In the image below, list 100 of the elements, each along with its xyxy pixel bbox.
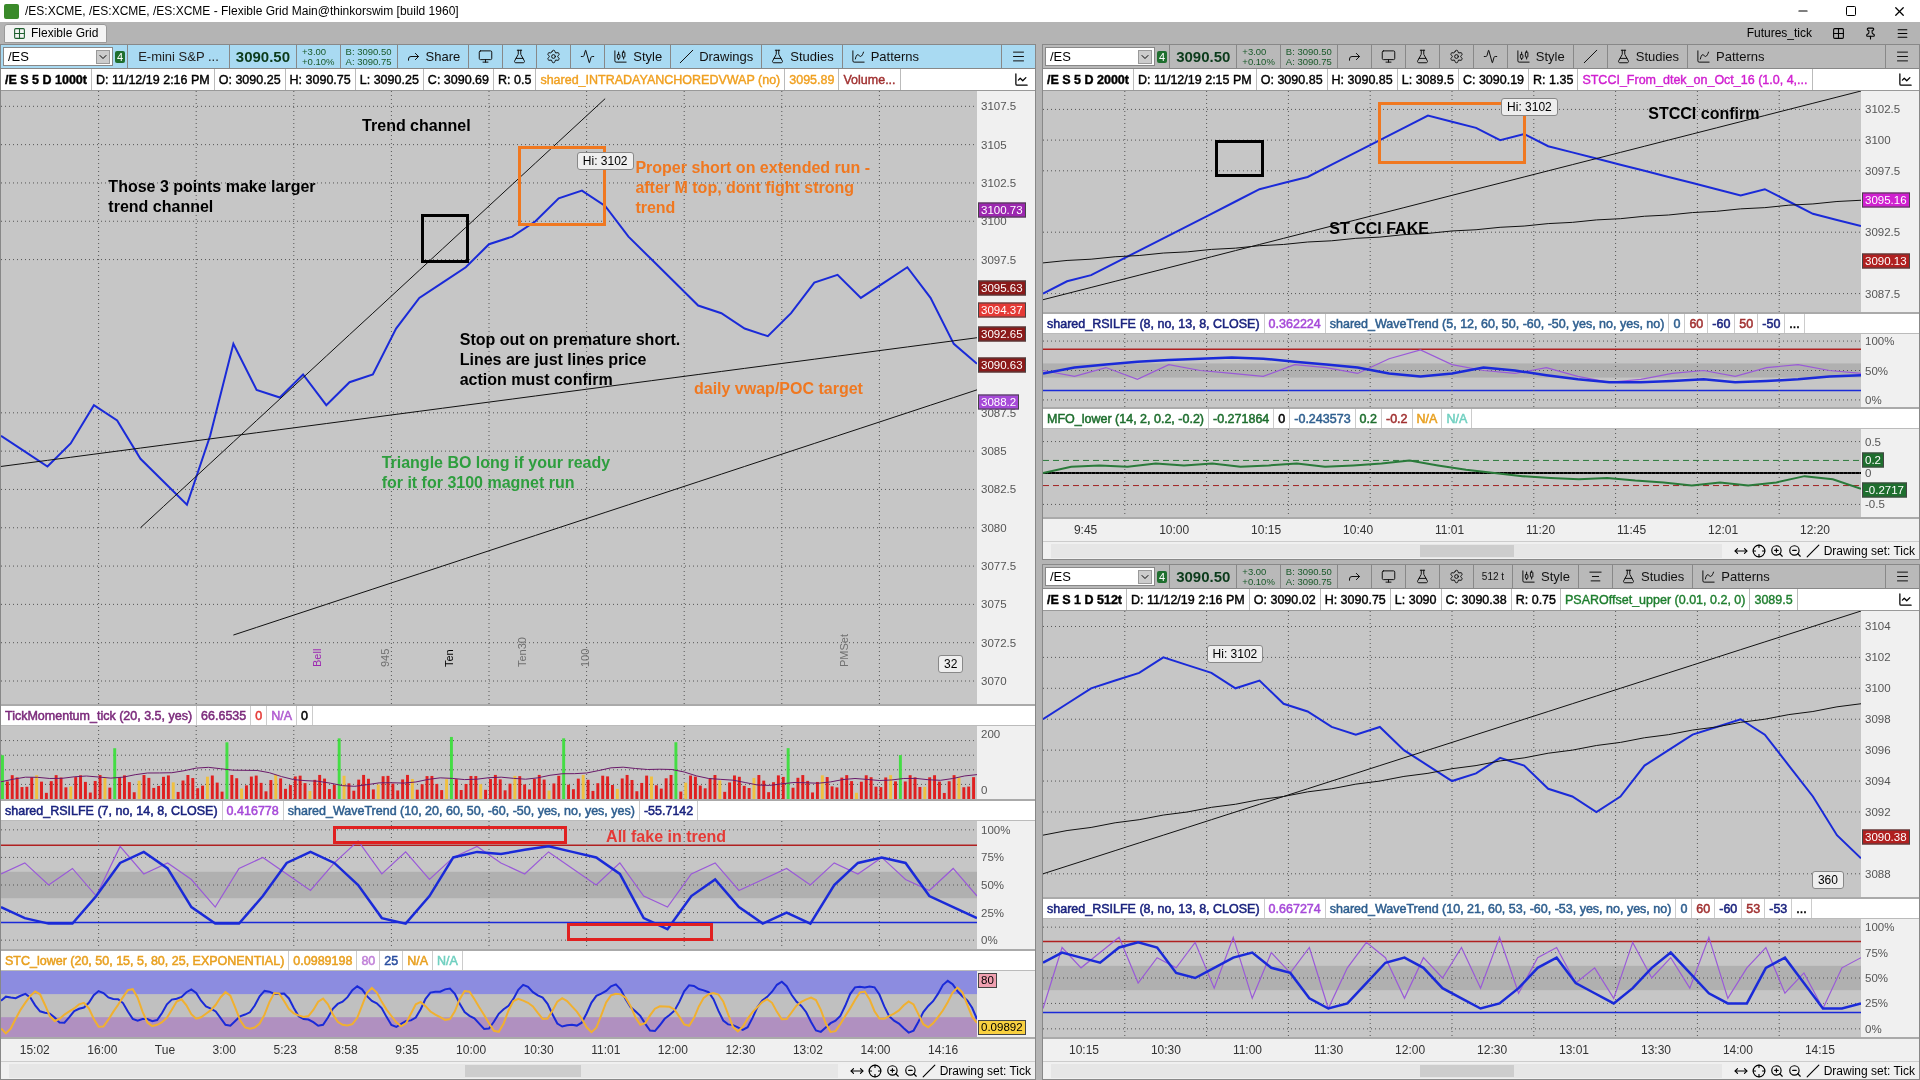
axis-label: 75% <box>1864 946 1889 960</box>
horizontal-scrollbar[interactable] <box>1051 543 1722 558</box>
toolbar-button[interactable]: Drawings <box>670 45 762 68</box>
net-change: +3.00 +0.10% <box>1236 45 1280 68</box>
crosshair-icon[interactable] <box>1751 543 1766 558</box>
study-value: -0.2 <box>1382 409 1413 428</box>
dropdown-caret-icon[interactable] <box>1138 49 1152 64</box>
crosshair-icon[interactable] <box>1751 1063 1766 1078</box>
time-marker-label: PMSet <box>838 633 851 667</box>
axis-label: 3092.5 <box>1864 225 1901 239</box>
chart-annotation: Stop out on premature short. Lines are just lines price action must confirm <box>459 330 682 391</box>
chart-info-cell: D: 11/12/19 2:15 PM <box>1134 69 1257 90</box>
pen-line-icon[interactable] <box>921 1063 936 1078</box>
instrument-name: E-mini S&P ... <box>127 45 229 68</box>
link-badge[interactable]: 4 <box>1157 570 1168 583</box>
grid-name-label[interactable]: Futures_tick <box>1738 26 1820 40</box>
candlestick-icon <box>1515 49 1531 64</box>
drawing-set-label[interactable]: Drawing set: Tick <box>939 1063 1031 1078</box>
link-badge[interactable]: 4 <box>115 50 126 63</box>
toolbar-button[interactable]: 512 t <box>1472 565 1513 588</box>
study-value: 0 <box>251 706 268 725</box>
time-axis-label: 13:01 <box>1559 1043 1590 1057</box>
symbol-field[interactable]: /ES <box>1045 47 1155 66</box>
time-axis-label: 14:00 <box>860 1043 891 1057</box>
zoom-in-icon[interactable] <box>1769 543 1784 558</box>
study-value: MFO_lower (14, 2, 0.2, -0.2) <box>1043 409 1209 428</box>
study-value: 80 <box>357 951 381 970</box>
study-value: -55.7142 <box>639 801 699 820</box>
axis-label: 25% <box>1864 996 1889 1010</box>
study-value: shared_WaveTrend (5, 12, 60, 50, -60, -50, yes, no, yes, no) <box>1325 314 1670 333</box>
app-icon <box>4 3 19 19</box>
horizontal-scrollbar[interactable] <box>9 1063 838 1078</box>
chart-info-cell: L: 3090.25 <box>355 69 424 90</box>
link-badge[interactable]: 4 <box>1157 50 1168 63</box>
toolbar-button[interactable]: Style <box>604 45 671 68</box>
zoom-out-icon[interactable] <box>903 1063 918 1078</box>
axis-label: 3100 <box>1864 681 1891 695</box>
chart-info-cell: D: 11/12/19 2:16 PM <box>1127 589 1250 610</box>
toolbar-button[interactable]: Studies <box>1606 45 1688 68</box>
pen-line-icon[interactable] <box>1805 1063 1820 1078</box>
time-axis-label: 12:00 <box>1395 1043 1426 1057</box>
time-axis-label: 12:00 <box>657 1043 688 1057</box>
study-value: N/A <box>1442 409 1473 428</box>
toolbar-button[interactable]: Share <box>396 45 469 68</box>
axis-label: 3097.5 <box>1864 164 1901 178</box>
grid-tab[interactable]: Flexible Grid <box>4 23 108 43</box>
net-change: +3.00 +0.10% <box>296 45 340 68</box>
study-value: ... <box>1785 314 1805 333</box>
study-value: ... <box>1792 899 1812 918</box>
toolbar-button[interactable]: Studies <box>761 45 842 68</box>
candlestick-icon <box>613 49 629 64</box>
toolbar-button[interactable]: Style <box>1512 565 1578 588</box>
zoom-out-icon[interactable] <box>1787 1063 1802 1078</box>
price-tag: 3092.65 <box>978 326 1026 342</box>
zoom-in-icon[interactable] <box>1769 1063 1784 1078</box>
time-marker-label: Bell <box>311 648 324 667</box>
dropdown-caret-icon[interactable] <box>1138 569 1152 584</box>
axis-label: 3094 <box>1864 774 1891 788</box>
zoom-in-icon[interactable] <box>885 1063 900 1078</box>
axis-label: 3080 <box>980 521 1007 535</box>
toolbar-button[interactable]: Studies <box>1612 565 1693 588</box>
study-value: -0.271864 <box>1209 409 1275 428</box>
dropdown-caret-icon[interactable] <box>96 49 110 64</box>
toolbar-button[interactable]: Patterns <box>1687 45 1773 68</box>
chart-info-cell: O: 3090.25 <box>214 69 286 90</box>
axis-label: 100% <box>1864 334 1895 348</box>
study-value: -60 <box>1708 314 1736 333</box>
toolbar-button[interactable]: Patterns <box>841 45 928 68</box>
symbol-field[interactable]: /ES <box>3 47 113 66</box>
axis-label: 3082.5 <box>980 482 1017 496</box>
time-axis-label: 10:30 <box>1150 1043 1181 1057</box>
drawing-set-label[interactable]: Drawing set: Tick <box>1823 1063 1915 1078</box>
symbol-field[interactable]: /ES <box>1045 567 1155 586</box>
axis-label: 3070 <box>980 674 1007 688</box>
horizontal-scrollbar[interactable] <box>1051 1063 1722 1078</box>
chart-info-cell: /E S 5 D 1000t <box>1 69 92 90</box>
highlight-frame <box>420 213 470 263</box>
time-axis-label: 14:15 <box>1804 1043 1835 1057</box>
crosshair-icon[interactable] <box>867 1063 882 1078</box>
chart-info-cell: /E S 1 D 512t <box>1043 589 1128 610</box>
time-axis-label: 9:35 <box>395 1043 419 1057</box>
time-axis-label: 11:00 <box>1232 1043 1263 1057</box>
pen-line-icon[interactable] <box>1805 543 1820 558</box>
zoom-out-icon[interactable] <box>1787 543 1802 558</box>
chart-annotation: All fake in trend <box>606 827 727 848</box>
chart-info-cell: R: 0.5 <box>494 69 537 90</box>
time-axis-label: 10:30 <box>523 1043 554 1057</box>
time-marker-label: 945 <box>379 648 392 667</box>
time-marker-label: 100 <box>579 648 592 667</box>
study-value: 0.362224 <box>1264 314 1326 333</box>
toolbar-button[interactable]: Style <box>1506 45 1573 68</box>
axis-label: 3087.5 <box>1864 287 1901 301</box>
last-price: 3090.50 <box>228 45 297 68</box>
axis-label: -0.5 <box>1864 497 1885 511</box>
study-value: -0.243573 <box>1290 409 1356 428</box>
drawing-set-label[interactable]: Drawing set: Tick <box>1823 543 1915 558</box>
toolbar-button[interactable]: Patterns <box>1692 565 1778 588</box>
time-axis-label: 10:15 <box>1251 523 1282 537</box>
time-axis-label: 13:02 <box>792 1043 823 1057</box>
axis-label: 3085 <box>980 444 1007 458</box>
